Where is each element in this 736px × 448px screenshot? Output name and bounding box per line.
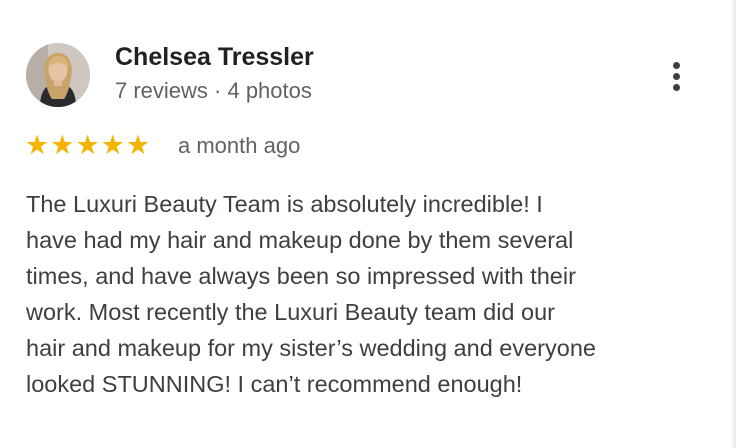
more-vertical-icon [672, 61, 680, 69]
more-options-button[interactable] [660, 56, 692, 96]
review-text-line: The Luxuri Beauty Team is absolutely inc… [26, 191, 543, 217]
review-text-line: looked STUNNING! I can’t recommend enoug… [26, 371, 523, 397]
star-icon: ★ [75, 130, 100, 160]
review-text: The Luxuri Beauty Team is absolutely inc… [26, 186, 716, 402]
person-avatar-icon [26, 43, 90, 107]
star-icon: ★ [25, 130, 50, 160]
reviewer-name[interactable]: Chelsea Tressler [115, 43, 314, 72]
review-text-line: hair and makeup for my sister’s wedding … [26, 335, 596, 361]
reviewer-stats: 7 reviews · 4 photos [115, 78, 312, 103]
review-card: Chelsea Tressler 7 reviews · 4 photos ★ … [0, 0, 736, 448]
avatar[interactable] [26, 43, 90, 107]
review-text-line: work. Most recently the Luxuri Beauty te… [26, 299, 555, 325]
review-text-line: have had my hair and makeup done by them… [26, 227, 574, 253]
more-vertical-icon-dot [672, 83, 680, 91]
star-icon: ★ [50, 130, 75, 160]
right-edge-shadow [730, 0, 736, 448]
star-icon: ★ [125, 130, 151, 160]
star-rating: ★ ★ ★ ★ ★ [25, 130, 150, 160]
star-icon: ★ [100, 130, 125, 160]
review-text-line: times, and have always been so impressed… [26, 263, 576, 289]
review-time: a month ago [178, 133, 301, 158]
more-vertical-icon-dot [672, 72, 680, 80]
